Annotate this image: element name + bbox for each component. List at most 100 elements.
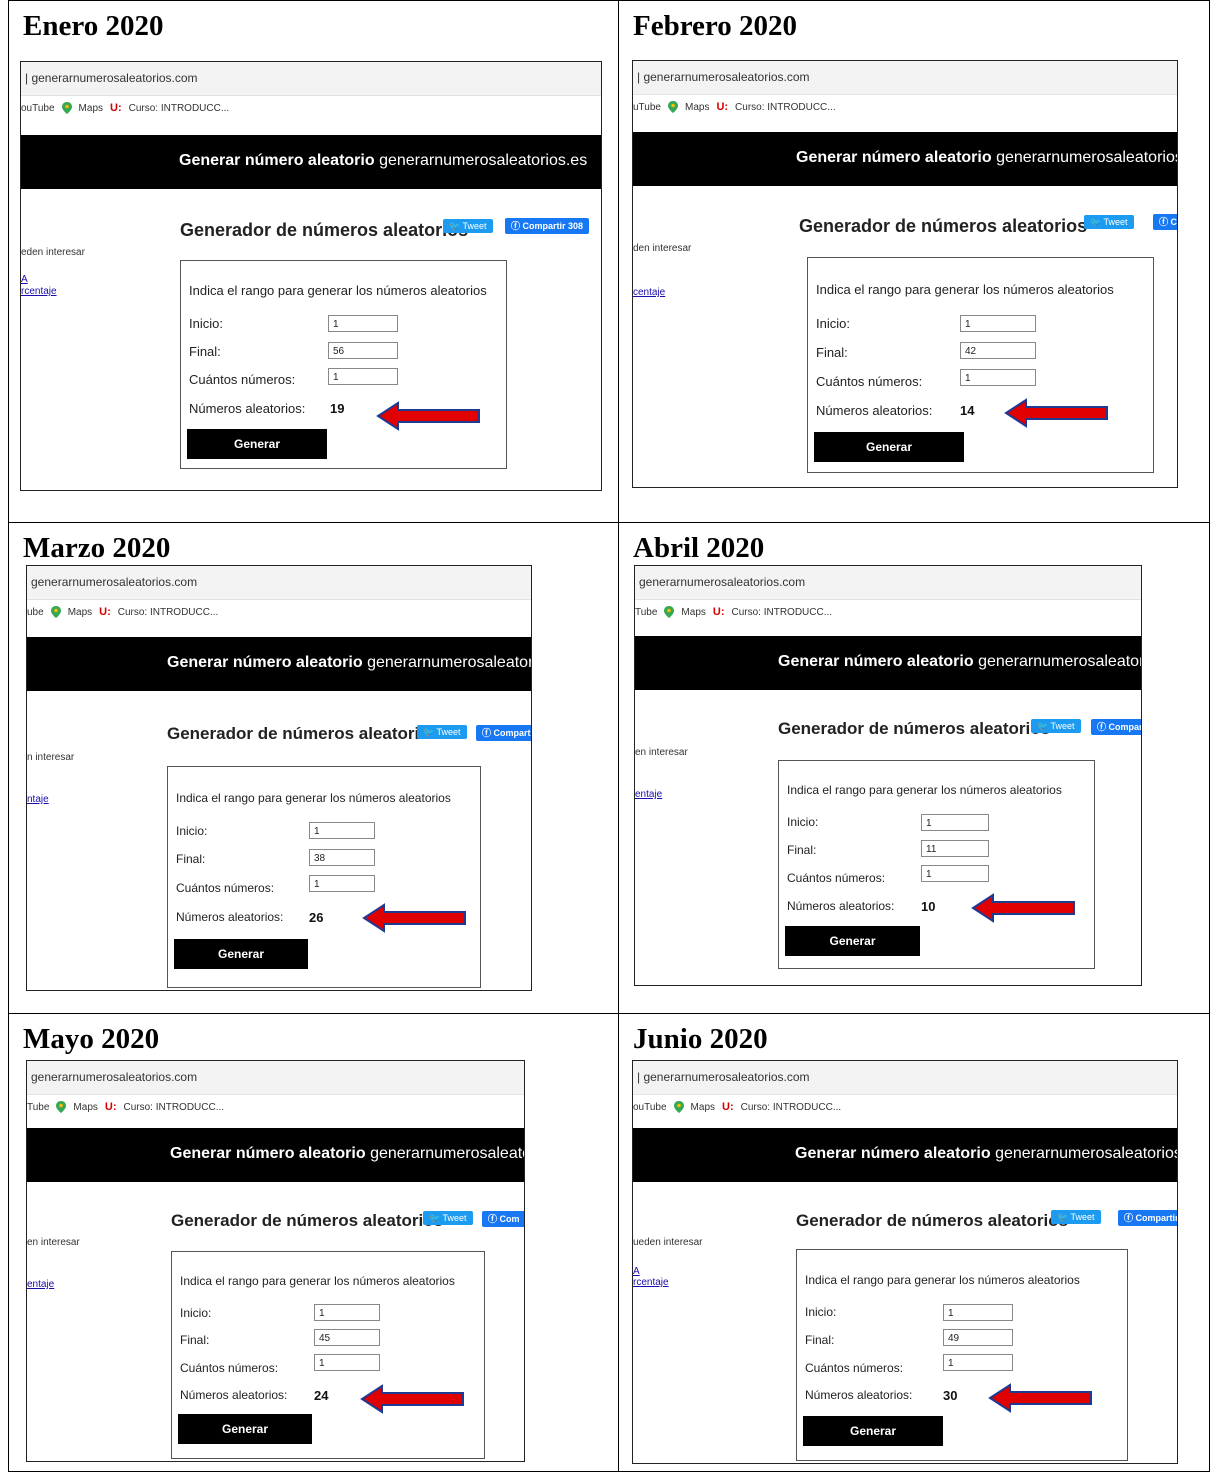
month-title: Mayo 2020 <box>23 1023 160 1055</box>
cuantos-label: Cuántos números: <box>189 372 296 387</box>
address-bar: | generarnumerosaleatorios.com <box>633 61 1177 95</box>
generar-button[interactable]: Generar <box>814 432 964 462</box>
bookmark-youtube[interactable]: ube <box>27 607 44 618</box>
bookmark-course[interactable]: Curso: INTRODUCC... <box>123 1102 224 1113</box>
resultado-label: Números aleatorios: <box>180 1388 288 1402</box>
final-input[interactable]: 11 <box>921 840 989 857</box>
final-input[interactable]: 49 <box>943 1329 1013 1346</box>
form-intro: Indica el rango para generar los números… <box>816 282 1114 297</box>
generar-button[interactable]: Generar <box>785 926 920 956</box>
bookmark-maps[interactable]: Maps <box>681 607 705 618</box>
bookmark-youtube[interactable]: ouTube <box>21 103 55 114</box>
bookmark-maps[interactable]: Maps <box>685 102 709 113</box>
cuantos-input[interactable]: 1 <box>921 865 989 882</box>
sidebar-link[interactable]: entaje <box>27 1279 54 1290</box>
address-bar: generarnumerosaleatorios.com <box>27 566 531 600</box>
cuantos-input[interactable]: 1 <box>943 1354 1013 1371</box>
bookmark-youtube[interactable]: Tube <box>635 607 657 618</box>
tweet-button[interactable]: 🐦 Tweet <box>1031 719 1081 733</box>
share-button[interactable]: ⓕ Compartir 308 <box>505 218 590 234</box>
tweet-button[interactable]: 🐦 Tweet <box>423 1211 473 1225</box>
final-input[interactable]: 45 <box>314 1329 380 1346</box>
cuantos-input[interactable]: 1 <box>328 368 398 385</box>
banner-site: generarnumerosaleatorios.es <box>367 654 531 671</box>
sidebar-link[interactable]: entaje <box>635 789 662 800</box>
form-intro: Indica el rango para generar los números… <box>189 283 487 298</box>
final-label: Final: <box>189 344 221 359</box>
generator-title: Generador de números aleatorios <box>171 1211 444 1230</box>
tweet-button[interactable]: 🐦 Tweet <box>1084 215 1134 229</box>
inicio-input[interactable]: 1 <box>960 315 1036 332</box>
sidebar-link[interactable]: rcentaje <box>633 1277 669 1288</box>
sidebar-link[interactable]: rcentaje <box>21 286 57 297</box>
table-cell-enero: Enero 2020 | generarnumerosaleatorios.co… <box>8 0 618 522</box>
banner-site: generarnumerosaleatorios.es <box>370 1145 524 1162</box>
share-button[interactable]: ⓕ C <box>1153 214 1177 230</box>
final-label: Final: <box>180 1333 210 1347</box>
sidebar-link[interactable]: A <box>633 1266 640 1277</box>
bookmark-maps[interactable]: Maps <box>68 607 92 618</box>
bookmark-youtube[interactable]: Tube <box>27 1102 49 1113</box>
share-button[interactable]: ⓕ Compar <box>1091 719 1141 735</box>
generar-button[interactable]: Generar <box>187 429 327 459</box>
inicio-input[interactable]: 1 <box>921 814 989 831</box>
bookmark-youtube[interactable]: ouTube <box>633 1102 667 1113</box>
maps-pin-icon <box>673 1101 684 1113</box>
u-logo-icon: U: <box>104 1101 117 1113</box>
resultado-value: 30 <box>943 1388 958 1403</box>
bookmark-course[interactable]: Curso: INTRODUCC... <box>731 607 832 618</box>
inicio-label: Inicio: <box>176 824 208 838</box>
site-banner: Generar número aleatorio generarnumerosa… <box>27 637 531 691</box>
sidebar-link[interactable]: centaje <box>633 287 665 298</box>
final-input[interactable]: 38 <box>309 849 375 866</box>
browser-screenshot: | generarnumerosaleatorios.com ouTube Ma… <box>632 1060 1178 1464</box>
generar-button[interactable]: Generar <box>803 1416 943 1446</box>
month-title: Abril 2020 <box>633 532 765 564</box>
bookmark-youtube[interactable]: uTube <box>633 102 661 113</box>
cuantos-input[interactable]: 1 <box>960 369 1036 386</box>
generator-title: Generador de números aleatorios <box>799 216 1088 236</box>
share-button[interactable]: ⓕ Compartir <box>476 725 531 741</box>
resultado-label: Números aleatorios: <box>176 910 284 924</box>
address-bar: generarnumerosaleatorios.com <box>27 1061 524 1095</box>
site-banner: Generar número aleatorio generarnumerosa… <box>633 1128 1177 1182</box>
bookmark-maps[interactable]: Maps <box>73 1102 97 1113</box>
tweet-button[interactable]: 🐦 Tweet <box>443 219 493 233</box>
sidebar-link[interactable]: ntaje <box>27 794 49 805</box>
bookmarks-bar: ube Maps U: Curso: INTRODUCC... <box>27 606 218 618</box>
sidebar-link[interactable]: A <box>21 274 28 285</box>
bookmark-maps[interactable]: Maps <box>691 1102 715 1113</box>
bookmark-maps[interactable]: Maps <box>79 103 103 114</box>
u-logo-icon: U: <box>99 606 111 618</box>
inicio-input[interactable]: 1 <box>328 315 398 332</box>
final-input[interactable]: 42 <box>960 342 1036 359</box>
month-title: Junio 2020 <box>633 1023 768 1055</box>
cuantos-input[interactable]: 1 <box>314 1354 380 1371</box>
table-cell-marzo: Marzo 2020 generarnumerosaleatorios.com … <box>8 522 618 1013</box>
generar-button[interactable]: Generar <box>178 1414 312 1444</box>
inicio-input[interactable]: 1 <box>309 822 375 839</box>
cuantos-input[interactable]: 1 <box>309 875 375 892</box>
cuantos-label: Cuántos números: <box>180 1361 279 1375</box>
table-cell-febrero: Febrero 2020 | generarnumerosaleatorios.… <box>618 0 1210 522</box>
u-logo-icon: U: <box>110 102 122 114</box>
inicio-input[interactable]: 1 <box>314 1304 380 1321</box>
tweet-button[interactable]: 🐦 Tweet <box>1051 1210 1101 1224</box>
url-text: | generarnumerosaleatorios.com <box>637 70 810 84</box>
generator-form: Indica el rango para generar los números… <box>171 1251 485 1459</box>
bookmark-course[interactable]: Curso: INTRODUCC... <box>741 1102 842 1113</box>
share-button[interactable]: ⓕ Compartir <box>1118 1210 1177 1226</box>
bookmark-course[interactable]: Curso: INTRODUCC... <box>118 607 219 618</box>
tweet-button[interactable]: 🐦 Tweet <box>417 725 467 739</box>
generar-button[interactable]: Generar <box>174 939 308 969</box>
red-arrow-icon <box>360 1384 464 1414</box>
table-cell-abril: Abril 2020 generarnumerosaleatorios.com … <box>618 522 1210 1013</box>
final-input[interactable]: 56 <box>328 342 398 359</box>
bookmark-course[interactable]: Curso: INTRODUCC... <box>735 102 836 113</box>
address-bar: | generarnumerosaleatorios.com <box>21 62 601 96</box>
share-button[interactable]: ⓕ Com <box>482 1211 524 1227</box>
bookmark-course[interactable]: Curso: INTRODUCC... <box>129 103 230 114</box>
red-arrow-icon <box>1004 398 1108 428</box>
generator-form: Indica el rango para generar los números… <box>807 257 1154 473</box>
inicio-input[interactable]: 1 <box>943 1304 1013 1321</box>
